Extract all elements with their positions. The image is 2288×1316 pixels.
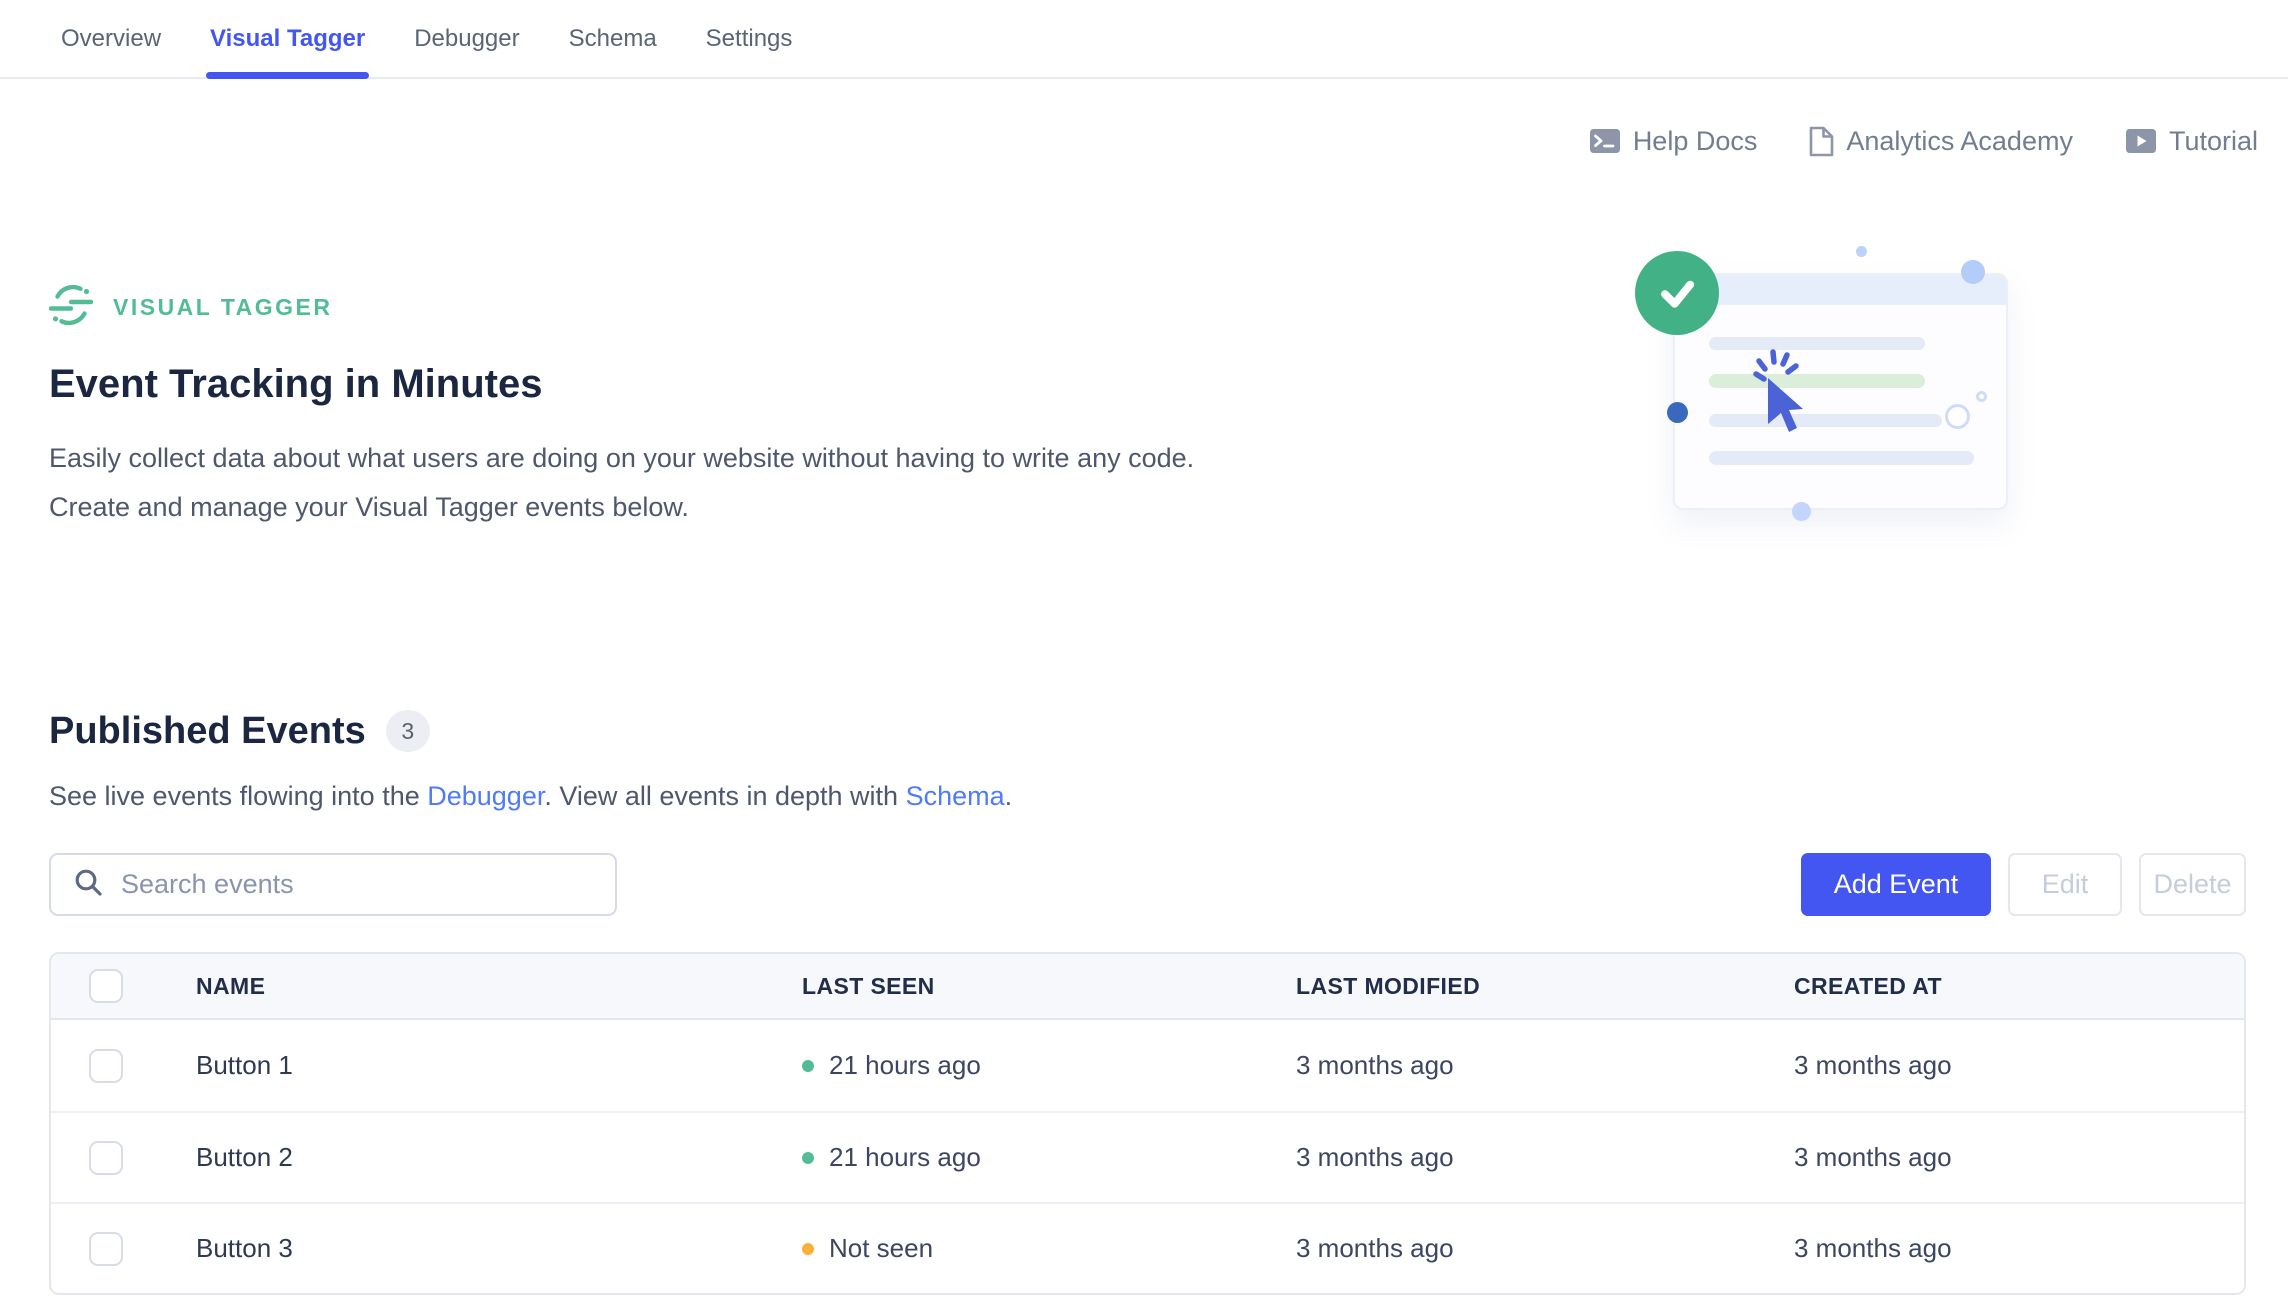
decorative-dot <box>1961 260 1985 284</box>
column-header-name: NAME <box>196 973 802 1000</box>
segment-logo-icon <box>49 283 93 332</box>
column-header-created-at: CREATED AT <box>1794 973 2244 1000</box>
row-checkbox-cell <box>51 1232 196 1266</box>
row-checkbox-cell <box>51 1141 196 1175</box>
intro-text: See live events flowing into the <box>49 781 427 811</box>
published-events-section: Published Events 3 See live events flowi… <box>49 709 2246 1295</box>
hero-description: Easily collect data about what users are… <box>49 434 1529 532</box>
check-circle-icon <box>1635 251 1719 335</box>
document-icon <box>1809 126 1834 157</box>
intro-text: . <box>1005 781 1013 811</box>
decorative-dot <box>1792 502 1811 521</box>
column-header-last-seen: LAST SEEN <box>802 973 1296 1000</box>
terminal-icon <box>1589 127 1621 155</box>
add-event-button[interactable]: Add Event <box>1801 853 1991 916</box>
delete-button[interactable]: Delete <box>2139 853 2246 916</box>
header-checkbox-cell <box>51 969 196 1003</box>
search-box <box>49 853 617 916</box>
decorative-ring <box>1976 391 1987 402</box>
schema-link[interactable]: Schema <box>906 781 1005 811</box>
decorative-dot <box>1667 402 1688 423</box>
section-title: Published Events 3 <box>49 709 2246 753</box>
cursor-click-icon <box>1742 348 1838 448</box>
section-intro: See live events flowing into the Debugge… <box>49 781 2246 811</box>
search-icon <box>73 867 103 902</box>
play-icon <box>2125 127 2157 155</box>
last-seen-cell: Not seen <box>802 1233 1296 1264</box>
action-buttons: Add Event Edit Delete <box>1801 853 2246 916</box>
last-seen-value: 21 hours ago <box>829 1142 981 1173</box>
table-row[interactable]: Button 3 Not seen 3 months ago 3 months … <box>51 1202 2244 1293</box>
row-checkbox[interactable] <box>89 1141 123 1175</box>
top-nav: Overview Visual Tagger Debugger Schema S… <box>0 0 2288 79</box>
status-dot <box>802 1152 814 1164</box>
table-header-row: NAME LAST SEEN LAST MODIFIED CREATED AT <box>51 954 2244 1020</box>
status-dot <box>802 1243 814 1255</box>
last-seen-cell: 21 hours ago <box>802 1050 1296 1081</box>
tab-debugger[interactable]: Debugger <box>414 0 519 77</box>
row-checkbox[interactable] <box>89 1049 123 1083</box>
event-name: Button 3 <box>196 1233 802 1264</box>
tutorial-label: Tutorial <box>2169 126 2258 157</box>
visual-tagger-page: Overview Visual Tagger Debugger Schema S… <box>0 0 2288 1316</box>
created-at-value: 3 months ago <box>1794 1233 2244 1264</box>
eyebrow-label: VISUAL TAGGER <box>113 294 333 321</box>
event-name: Button 1 <box>196 1050 802 1081</box>
status-dot <box>802 1060 814 1072</box>
published-events-title: Published Events <box>49 709 366 753</box>
illustration-line-placeholder <box>1709 451 1974 465</box>
created-at-value: 3 months ago <box>1794 1142 2244 1173</box>
help-docs-link[interactable]: Help Docs <box>1589 126 1758 157</box>
illustration-card <box>1673 273 2008 510</box>
tab-settings[interactable]: Settings <box>706 0 793 77</box>
eyebrow: VISUAL TAGGER <box>49 283 1529 332</box>
event-count-badge: 3 <box>386 710 430 752</box>
created-at-value: 3 months ago <box>1794 1050 2244 1081</box>
analytics-academy-label: Analytics Academy <box>1846 126 2073 157</box>
tab-visual-tagger[interactable]: Visual Tagger <box>210 0 365 77</box>
last-seen-value: Not seen <box>829 1233 933 1264</box>
illustration-card-header <box>1675 275 2006 305</box>
last-modified-value: 3 months ago <box>1296 1050 1794 1081</box>
hero-description-line1: Easily collect data about what users are… <box>49 434 1529 483</box>
decorative-ring <box>1945 404 1970 429</box>
hero-description-line2: Create and manage your Visual Tagger eve… <box>49 483 1529 532</box>
page-title: Event Tracking in Minutes <box>49 362 1529 406</box>
last-modified-value: 3 months ago <box>1296 1142 1794 1173</box>
tab-schema[interactable]: Schema <box>569 0 657 77</box>
help-links-row: Help Docs Analytics Academy Tutorial <box>0 79 2288 159</box>
last-seen-value: 21 hours ago <box>829 1050 981 1081</box>
hero-illustration <box>1630 240 2070 540</box>
table-row[interactable]: Button 1 21 hours ago 3 months ago 3 mon… <box>51 1020 2244 1111</box>
tutorial-link[interactable]: Tutorial <box>2125 126 2258 157</box>
row-checkbox-cell <box>51 1049 196 1083</box>
row-checkbox[interactable] <box>89 1232 123 1266</box>
search-input[interactable] <box>121 855 615 914</box>
intro-text: . View all events in depth with <box>544 781 905 811</box>
tab-overview[interactable]: Overview <box>61 0 161 77</box>
last-modified-value: 3 months ago <box>1296 1233 1794 1264</box>
column-header-last-modified: LAST MODIFIED <box>1296 973 1794 1000</box>
last-seen-cell: 21 hours ago <box>802 1142 1296 1173</box>
debugger-link[interactable]: Debugger <box>427 781 544 811</box>
select-all-checkbox[interactable] <box>89 969 123 1003</box>
table-row[interactable]: Button 2 21 hours ago 3 months ago 3 mon… <box>51 1111 2244 1202</box>
decorative-dot <box>1856 246 1867 257</box>
help-docs-label: Help Docs <box>1633 126 1758 157</box>
edit-button[interactable]: Edit <box>2008 853 2122 916</box>
events-toolbar: Add Event Edit Delete <box>49 853 2246 916</box>
hero-section: VISUAL TAGGER Event Tracking in Minutes … <box>49 283 1529 532</box>
analytics-academy-link[interactable]: Analytics Academy <box>1809 126 2073 157</box>
event-name: Button 2 <box>196 1142 802 1173</box>
events-table: NAME LAST SEEN LAST MODIFIED CREATED AT … <box>49 952 2246 1295</box>
